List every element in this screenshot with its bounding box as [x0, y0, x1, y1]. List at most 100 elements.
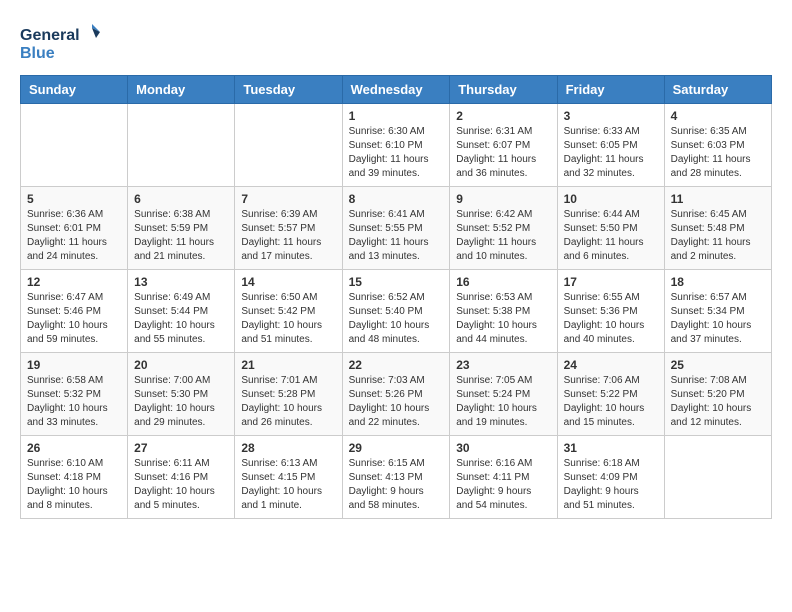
logo-svg: General Blue [20, 20, 100, 65]
calendar-cell: 12Sunrise: 6:47 AM Sunset: 5:46 PM Dayli… [21, 270, 128, 353]
day-info: Sunrise: 6:44 AM Sunset: 5:50 PM Dayligh… [564, 208, 658, 264]
calendar-week-row: 26 Sunrise: 6:10 AM Sunset: 4:18 PM Dayli… [21, 436, 772, 519]
day-number: 29 [349, 441, 444, 455]
calendar-cell: 8 Sunrise: 6:41 AM Sunset: 5:55 PM Daylig… [342, 187, 450, 270]
day-number: 4 [671, 109, 765, 123]
day-number: 30 [456, 441, 550, 455]
day-info: Sunrise: 6:18 AM Sunset: 4:09 PM Dayligh… [564, 457, 658, 513]
day-number: 11 [671, 192, 765, 206]
weekday-header-tuesday: Tuesday [235, 76, 342, 104]
calendar-cell: 5 Sunrise: 6:36 AM Sunset: 6:01 PM Daylig… [21, 187, 128, 270]
calendar-week-row: 19 Sunrise: 6:58 AM Sunset: 5:32 PM Dayli… [21, 353, 772, 436]
calendar-cell: 20 Sunrise: 7:00 AM Sunset: 5:30 PM Dayli… [128, 353, 235, 436]
day-info: Sunrise: 7:05 AM Sunset: 5:24 PM Dayligh… [456, 374, 550, 430]
day-number: 15 [349, 275, 444, 289]
day-info: Sunrise: 6:33 AM Sunset: 6:05 PM Dayligh… [564, 125, 658, 181]
day-info: Sunrise: 6:50 AM Sunset: 5:42 PM Dayligh… [241, 291, 335, 347]
day-number: 5 [27, 192, 121, 206]
calendar-cell: 11Sunrise: 6:45 AM Sunset: 5:48 PM Dayli… [664, 187, 771, 270]
day-number: 27 [134, 441, 228, 455]
day-info: Sunrise: 6:58 AM Sunset: 5:32 PM Dayligh… [27, 374, 121, 430]
day-number: 17 [564, 275, 658, 289]
day-number: 24 [564, 358, 658, 372]
day-number: 14 [241, 275, 335, 289]
calendar-cell: 31 Sunrise: 6:18 AM Sunset: 4:09 PM Dayli… [557, 436, 664, 519]
calendar-cell: 29 Sunrise: 6:15 AM Sunset: 4:13 PM Dayli… [342, 436, 450, 519]
weekday-header-saturday: Saturday [664, 76, 771, 104]
day-info: Sunrise: 6:15 AM Sunset: 4:13 PM Dayligh… [349, 457, 444, 513]
day-info: Sunrise: 6:30 AM Sunset: 6:10 PM Dayligh… [349, 125, 444, 181]
weekday-header-thursday: Thursday [450, 76, 557, 104]
calendar-cell: 16Sunrise: 6:53 AM Sunset: 5:38 PM Dayli… [450, 270, 557, 353]
calendar-cell: 22 Sunrise: 7:03 AM Sunset: 5:26 PM Dayli… [342, 353, 450, 436]
calendar-cell: 18Sunrise: 6:57 AM Sunset: 5:34 PM Dayli… [664, 270, 771, 353]
calendar-cell: 17 Sunrise: 6:55 AM Sunset: 5:36 PM Dayli… [557, 270, 664, 353]
calendar-cell: 14 Sunrise: 6:50 AM Sunset: 5:42 PM Dayli… [235, 270, 342, 353]
calendar-table: SundayMondayTuesdayWednesdayThursdayFrid… [20, 75, 772, 519]
calendar-cell: 19 Sunrise: 6:58 AM Sunset: 5:32 PM Dayli… [21, 353, 128, 436]
svg-text:General: General [20, 27, 80, 44]
day-number: 20 [134, 358, 228, 372]
day-number: 13 [134, 275, 228, 289]
day-number: 25 [671, 358, 765, 372]
day-number: 19 [27, 358, 121, 372]
calendar-cell [21, 104, 128, 187]
day-info: Sunrise: 6:10 AM Sunset: 4:18 PM Dayligh… [27, 457, 121, 513]
day-info: Sunrise: 6:52 AM Sunset: 5:40 PM Dayligh… [349, 291, 444, 347]
day-number: 10 [564, 192, 658, 206]
day-number: 23 [456, 358, 550, 372]
day-info: Sunrise: 7:08 AM Sunset: 5:20 PM Dayligh… [671, 374, 765, 430]
day-number: 2 [456, 109, 550, 123]
day-info: Sunrise: 6:36 AM Sunset: 6:01 PM Dayligh… [27, 208, 121, 264]
day-number: 3 [564, 109, 658, 123]
day-info: Sunrise: 6:38 AM Sunset: 5:59 PM Dayligh… [134, 208, 228, 264]
calendar-cell [128, 104, 235, 187]
calendar-cell [235, 104, 342, 187]
day-number: 16 [456, 275, 550, 289]
calendar-cell: 1 Sunrise: 6:30 AM Sunset: 6:10 PM Daylig… [342, 104, 450, 187]
day-info: Sunrise: 6:55 AM Sunset: 5:36 PM Dayligh… [564, 291, 658, 347]
calendar-cell: 21Sunrise: 7:01 AM Sunset: 5:28 PM Dayli… [235, 353, 342, 436]
calendar-cell: 4 Sunrise: 6:35 AM Sunset: 6:03 PM Daylig… [664, 104, 771, 187]
day-number: 9 [456, 192, 550, 206]
calendar-cell [664, 436, 771, 519]
day-info: Sunrise: 7:00 AM Sunset: 5:30 PM Dayligh… [134, 374, 228, 430]
weekday-header-sunday: Sunday [21, 76, 128, 104]
day-info: Sunrise: 6:39 AM Sunset: 5:57 PM Dayligh… [241, 208, 335, 264]
weekday-header-wednesday: Wednesday [342, 76, 450, 104]
day-number: 31 [564, 441, 658, 455]
day-info: Sunrise: 7:06 AM Sunset: 5:22 PM Dayligh… [564, 374, 658, 430]
calendar-cell: 3 Sunrise: 6:33 AM Sunset: 6:05 PM Daylig… [557, 104, 664, 187]
day-info: Sunrise: 7:03 AM Sunset: 5:26 PM Dayligh… [349, 374, 444, 430]
day-info: Sunrise: 6:35 AM Sunset: 6:03 PM Dayligh… [671, 125, 765, 181]
day-info: Sunrise: 6:49 AM Sunset: 5:44 PM Dayligh… [134, 291, 228, 347]
calendar-cell: 30Sunrise: 6:16 AM Sunset: 4:11 PM Dayli… [450, 436, 557, 519]
weekday-header-friday: Friday [557, 76, 664, 104]
day-info: Sunrise: 6:11 AM Sunset: 4:16 PM Dayligh… [134, 457, 228, 513]
calendar-cell: 26 Sunrise: 6:10 AM Sunset: 4:18 PM Dayli… [21, 436, 128, 519]
calendar-cell: 2Sunrise: 6:31 AM Sunset: 6:07 PM Daylig… [450, 104, 557, 187]
day-number: 1 [349, 109, 444, 123]
calendar-cell: 24 Sunrise: 7:06 AM Sunset: 5:22 PM Dayli… [557, 353, 664, 436]
weekday-header-monday: Monday [128, 76, 235, 104]
day-info: Sunrise: 6:13 AM Sunset: 4:15 PM Dayligh… [241, 457, 335, 513]
calendar-cell: 9Sunrise: 6:42 AM Sunset: 5:52 PM Daylig… [450, 187, 557, 270]
day-number: 12 [27, 275, 121, 289]
day-number: 22 [349, 358, 444, 372]
calendar-cell: 10 Sunrise: 6:44 AM Sunset: 5:50 PM Dayli… [557, 187, 664, 270]
day-info: Sunrise: 7:01 AM Sunset: 5:28 PM Dayligh… [241, 374, 335, 430]
calendar-cell: 7Sunrise: 6:39 AM Sunset: 5:57 PM Daylig… [235, 187, 342, 270]
calendar-week-row: 12Sunrise: 6:47 AM Sunset: 5:46 PM Dayli… [21, 270, 772, 353]
calendar-cell: 27 Sunrise: 6:11 AM Sunset: 4:16 PM Dayli… [128, 436, 235, 519]
calendar-cell: 25 Sunrise: 7:08 AM Sunset: 5:20 PM Dayli… [664, 353, 771, 436]
day-number: 8 [349, 192, 444, 206]
day-info: Sunrise: 6:41 AM Sunset: 5:55 PM Dayligh… [349, 208, 444, 264]
calendar-cell: 23 Sunrise: 7:05 AM Sunset: 5:24 PM Dayli… [450, 353, 557, 436]
calendar-cell: 28 Sunrise: 6:13 AM Sunset: 4:15 PM Dayli… [235, 436, 342, 519]
weekday-header-row: SundayMondayTuesdayWednesdayThursdayFrid… [21, 76, 772, 104]
calendar-cell: 15 Sunrise: 6:52 AM Sunset: 5:40 PM Dayli… [342, 270, 450, 353]
day-number: 26 [27, 441, 121, 455]
day-number: 28 [241, 441, 335, 455]
logo: General Blue [20, 20, 100, 65]
day-info: Sunrise: 6:57 AM Sunset: 5:34 PM Dayligh… [671, 291, 765, 347]
